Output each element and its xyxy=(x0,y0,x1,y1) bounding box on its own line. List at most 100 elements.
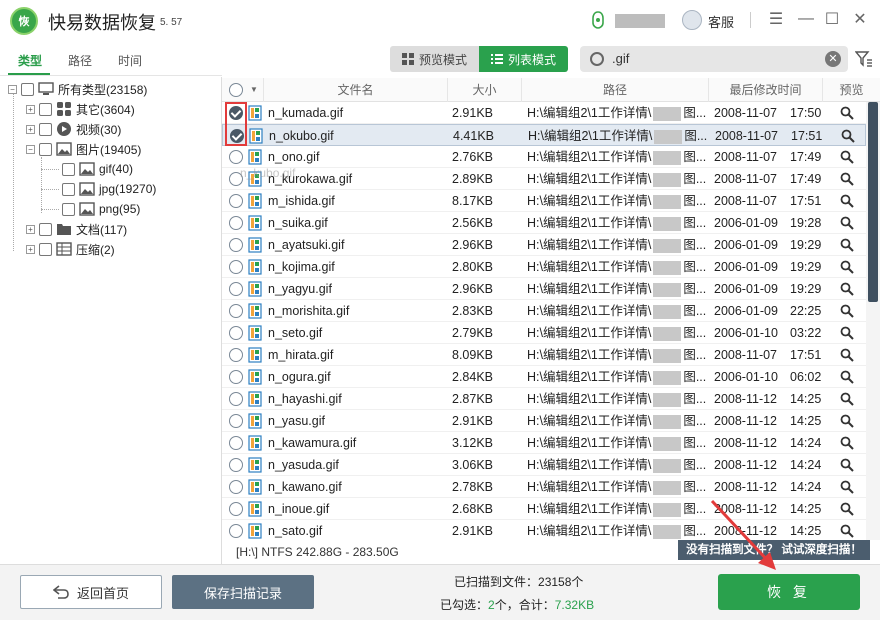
save-scan-button[interactable]: 保存扫描记录 xyxy=(172,575,314,609)
tree-checkbox[interactable] xyxy=(39,222,52,236)
tree-checkbox[interactable] xyxy=(62,182,75,196)
tab-path[interactable]: 路径 xyxy=(68,52,92,69)
row-checkbox[interactable] xyxy=(229,370,243,384)
magnifier-icon[interactable] xyxy=(840,106,854,120)
row-checkbox[interactable] xyxy=(229,480,243,494)
magnifier-icon[interactable] xyxy=(840,172,854,186)
row-checkbox[interactable] xyxy=(229,260,243,274)
magnifier-icon[interactable] xyxy=(840,370,854,384)
row-checkbox[interactable] xyxy=(229,392,243,406)
tree-checkbox[interactable] xyxy=(39,122,52,136)
magnifier-icon[interactable] xyxy=(840,150,854,164)
col-path[interactable]: 路径 xyxy=(522,78,709,102)
magnifier-icon[interactable] xyxy=(840,348,854,362)
tree-checkbox[interactable] xyxy=(39,242,52,256)
magnifier-icon[interactable] xyxy=(840,436,854,450)
user-icon[interactable] xyxy=(590,11,606,29)
row-checkbox[interactable] xyxy=(229,216,243,230)
row-checkbox[interactable] xyxy=(229,326,243,340)
row-checkbox[interactable] xyxy=(229,150,243,164)
col-modified[interactable]: 最后修改时间 xyxy=(709,78,823,102)
row-checkbox[interactable] xyxy=(229,414,243,428)
expand-icon[interactable]: + xyxy=(26,224,35,234)
table-row[interactable]: n_yasuda.gif 3.06KB H:\编辑组2\1工作详情\ 图... 2008… xyxy=(222,454,866,476)
row-checkbox[interactable] xyxy=(229,304,243,318)
select-all-checkbox[interactable] xyxy=(229,83,243,97)
tree-item-gif[interactable]: gif(40) xyxy=(62,159,133,179)
back-home-button[interactable]: 返回首页 xyxy=(20,575,162,609)
tab-time[interactable]: 时间 xyxy=(118,52,142,69)
expand-icon[interactable]: + xyxy=(26,104,35,114)
table-row[interactable]: n_hayashi.gif 2.87KB H:\编辑组2\1工作详情\ 图... 200… xyxy=(222,388,866,410)
table-row[interactable]: n_kurokawa.gif 2.89KB H:\编辑组2\1工作详情\ 图... 20… xyxy=(222,168,866,190)
row-checkbox[interactable] xyxy=(229,238,243,252)
col-filename[interactable]: 文件名 xyxy=(264,78,448,102)
magnifier-icon[interactable] xyxy=(840,480,854,494)
row-checkbox[interactable] xyxy=(229,458,243,472)
collapse-icon[interactable]: − xyxy=(26,144,35,154)
magnifier-icon[interactable] xyxy=(840,326,854,340)
magnifier-icon[interactable] xyxy=(840,524,854,538)
table-row[interactable]: n_morishita.gif 2.83KB H:\编辑组2\1工作详情\ 图... 2… xyxy=(222,300,866,322)
row-checkbox[interactable] xyxy=(229,194,243,208)
list-mode-button[interactable]: 列表模式 xyxy=(479,46,568,72)
magnifier-icon[interactable] xyxy=(840,414,854,428)
magnifier-icon[interactable] xyxy=(840,304,854,318)
tree-item-documents[interactable]: + 文档(117) xyxy=(26,219,127,239)
table-row[interactable]: n_ono.gif 2.76KB H:\编辑组2\1工作详情\ 图... 2008-11… xyxy=(222,146,866,168)
magnifier-icon[interactable] xyxy=(840,216,854,230)
collapse-icon[interactable]: − xyxy=(8,84,17,94)
preview-mode-button[interactable]: 预览模式 xyxy=(390,46,479,72)
maximize-icon[interactable]: ☐ xyxy=(822,9,842,29)
tree-checkbox[interactable] xyxy=(39,142,52,156)
menu-icon[interactable]: ☰ xyxy=(766,9,786,29)
tree-item-other[interactable]: + 其它(3604) xyxy=(26,99,135,119)
magnifier-icon[interactable] xyxy=(840,260,854,274)
minimize-icon[interactable]: — xyxy=(796,9,816,29)
search-input[interactable] xyxy=(612,51,812,66)
row-checkbox[interactable] xyxy=(229,348,243,362)
table-row[interactable]: n_kojima.gif 2.80KB H:\编辑组2\1工作详情\ 图... 2006… xyxy=(222,256,866,278)
tree-item-video[interactable]: + 视频(30) xyxy=(26,119,121,139)
scrollbar-thumb[interactable] xyxy=(868,102,878,302)
chevron-down-icon[interactable]: ▼ xyxy=(250,78,258,102)
tree-checkbox[interactable] xyxy=(39,102,52,116)
recover-button[interactable]: 恢 复 xyxy=(718,574,860,610)
col-size[interactable]: 大小 xyxy=(448,78,522,102)
tab-type[interactable]: 类型 xyxy=(18,52,42,69)
table-row[interactable]: n_seto.gif 2.79KB H:\编辑组2\1工作详情\ 图... 2006-0… xyxy=(222,322,866,344)
row-checkbox[interactable] xyxy=(229,282,243,296)
table-row[interactable]: n_ayatsuki.gif 2.96KB H:\编辑组2\1工作详情\ 图... 20… xyxy=(222,234,866,256)
expand-icon[interactable]: + xyxy=(26,124,35,134)
table-row[interactable]: n_okubo.gif 4.41KB H:\编辑组2\1工作详情\ 图... 2008-… xyxy=(222,124,866,146)
table-row[interactable]: n_ogura.gif 2.84KB H:\编辑组2\1工作详情\ 图... 2006-… xyxy=(222,366,866,388)
tree-item-archives[interactable]: + 压缩(2) xyxy=(26,239,115,259)
tree-item-jpg[interactable]: jpg(19270) xyxy=(62,179,156,199)
table-row[interactable]: m_ishida.gif 8.17KB H:\编辑组2\1工作详情\ 图... 2008… xyxy=(222,190,866,212)
magnifier-icon[interactable] xyxy=(840,282,854,296)
close-icon[interactable]: ✕ xyxy=(850,9,870,29)
magnifier-icon[interactable] xyxy=(841,129,855,143)
headset-icon[interactable] xyxy=(682,10,702,30)
tree-checkbox[interactable] xyxy=(62,162,75,176)
expand-icon[interactable]: + xyxy=(26,244,35,254)
magnifier-icon[interactable] xyxy=(840,392,854,406)
table-row[interactable]: n_kumada.gif 2.91KB H:\编辑组2\1工作详情\ 图... 2008… xyxy=(222,102,866,124)
row-checkbox[interactable] xyxy=(229,524,243,538)
magnifier-icon[interactable] xyxy=(840,458,854,472)
table-row[interactable]: m_hirata.gif 8.09KB H:\编辑组2\1工作详情\ 图... 2008… xyxy=(222,344,866,366)
service-label[interactable]: 客服 xyxy=(708,12,734,31)
tree-checkbox[interactable] xyxy=(21,82,34,96)
tree-item-png[interactable]: png(95) xyxy=(62,199,140,219)
table-row[interactable]: n_kawamura.gif 3.12KB H:\编辑组2\1工作详情\ 图... 20… xyxy=(222,432,866,454)
table-row[interactable]: n_yasu.gif 2.91KB H:\编辑组2\1工作详情\ 图... 2008-1… xyxy=(222,410,866,432)
select-all-header[interactable]: ▼ xyxy=(222,78,264,102)
clear-search-icon[interactable]: ✕ xyxy=(825,51,841,67)
magnifier-icon[interactable] xyxy=(840,194,854,208)
row-checkbox[interactable] xyxy=(229,436,243,450)
tree-checkbox[interactable] xyxy=(62,202,75,216)
table-row[interactable]: n_yagyu.gif 2.96KB H:\编辑组2\1工作详情\ 图... 2006-… xyxy=(222,278,866,300)
magnifier-icon[interactable] xyxy=(840,502,854,516)
row-checkbox[interactable] xyxy=(229,502,243,516)
tree-item-all[interactable]: − 所有类型(23158) xyxy=(8,79,147,99)
